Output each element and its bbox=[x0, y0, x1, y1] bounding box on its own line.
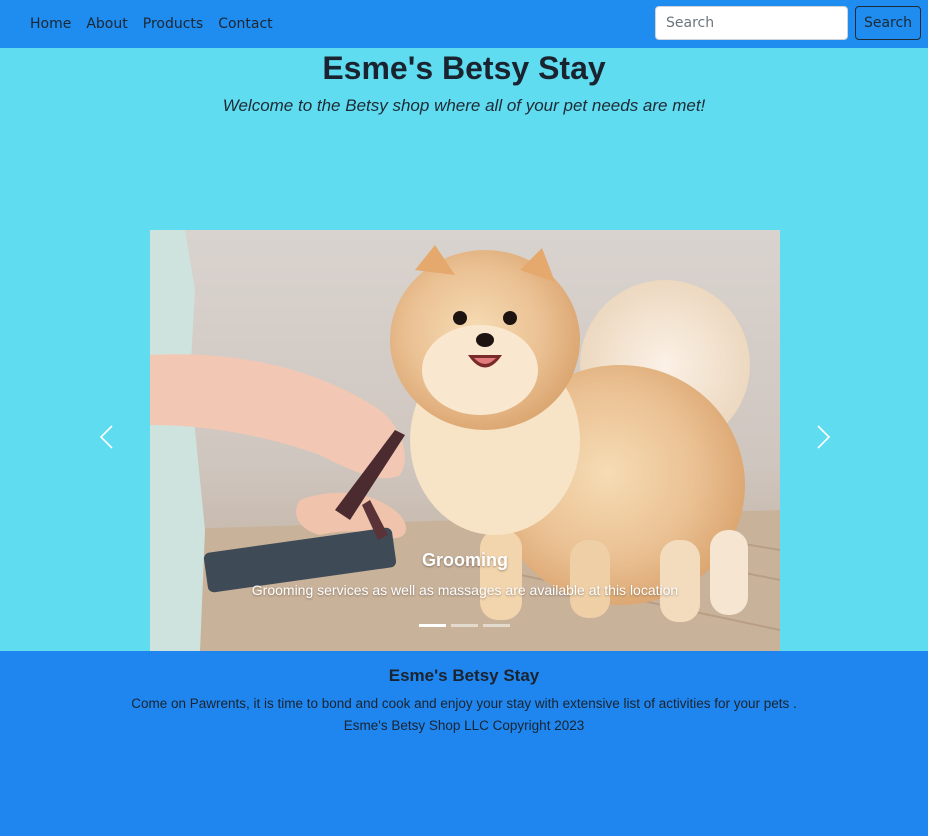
page-subtitle: Welcome to the Betsy shop where all of y… bbox=[222, 96, 706, 115]
carousel-next-button[interactable] bbox=[808, 422, 838, 452]
nav-link-about[interactable]: About bbox=[78, 16, 134, 32]
footer-text: Come on Pawrents, it is time to bond and… bbox=[131, 696, 797, 711]
nav-link-products[interactable]: Products bbox=[135, 16, 210, 32]
search-input[interactable] bbox=[655, 6, 848, 40]
carousel-caption-text: Grooming services as well as massages ar… bbox=[251, 582, 679, 598]
nav-link-home[interactable]: Home bbox=[22, 16, 78, 32]
carousel-caption-title: Grooming bbox=[422, 550, 508, 570]
chevron-left-icon bbox=[99, 425, 113, 449]
footer: Esme's Betsy Stay Come on Pawrents, it i… bbox=[0, 651, 928, 836]
nav-link-contact[interactable]: Contact bbox=[210, 16, 279, 32]
search-form: Search bbox=[655, 6, 921, 40]
carousel: Grooming Grooming services as well as ma… bbox=[150, 230, 780, 651]
main-section: Esme's Betsy Stay Welcome to the Betsy s… bbox=[0, 48, 928, 651]
carousel-prev-button[interactable] bbox=[92, 422, 122, 452]
carousel-indicator[interactable] bbox=[451, 624, 478, 627]
footer-copyright: Esme's Betsy Shop LLC Copyright 2023 bbox=[343, 718, 585, 733]
chevron-right-icon bbox=[817, 425, 831, 449]
carousel-indicator[interactable] bbox=[419, 624, 446, 627]
carousel-indicator[interactable] bbox=[483, 624, 510, 627]
carousel-indicators bbox=[419, 624, 510, 627]
search-button[interactable]: Search bbox=[855, 6, 921, 40]
nav-links: Home About Products Contact bbox=[22, 0, 280, 48]
navbar: Home About Products Contact Search bbox=[0, 0, 928, 48]
footer-title: Esme's Betsy Stay bbox=[388, 666, 540, 685]
page-title: Esme's Betsy Stay bbox=[322, 50, 606, 86]
